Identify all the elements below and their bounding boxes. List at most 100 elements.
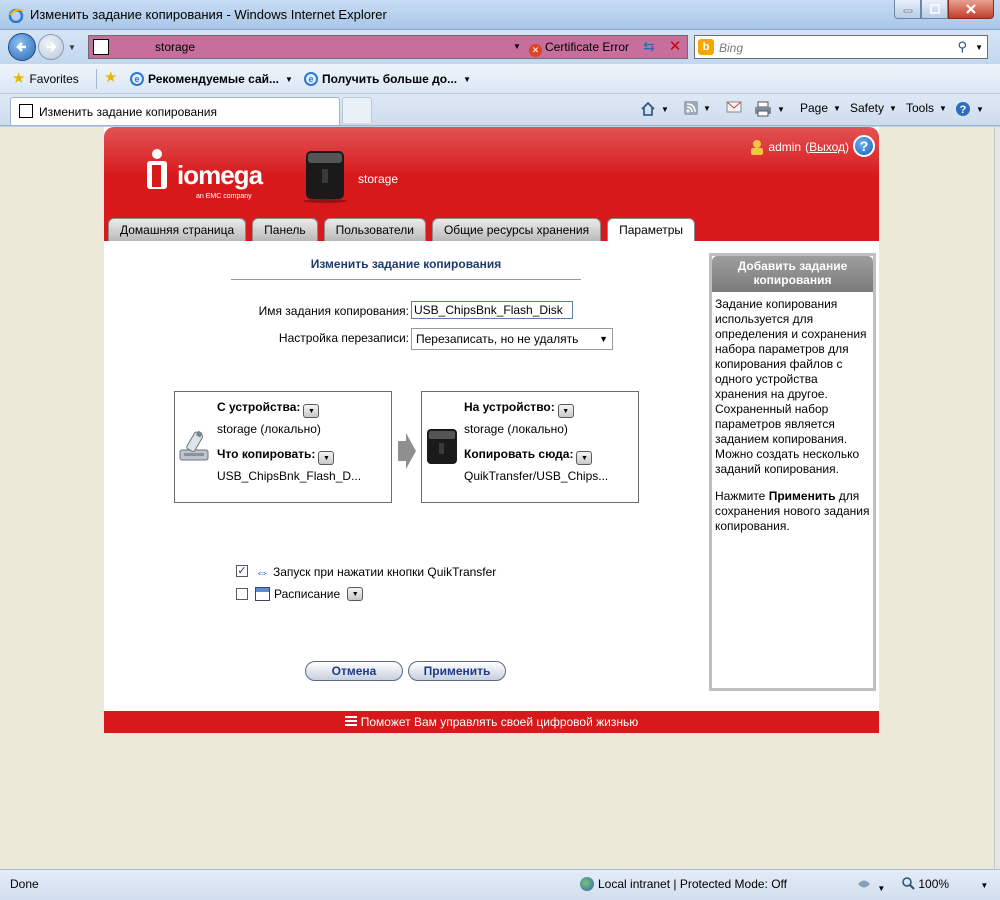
- print-icon: [755, 101, 771, 117]
- recent-pages-dropdown-icon[interactable]: ▼: [68, 43, 76, 52]
- window-title: Изменить задание копирования - Windows I…: [30, 7, 387, 22]
- address-dropdown-icon[interactable]: ▼: [513, 42, 521, 51]
- calendar-icon: [255, 587, 270, 601]
- chevron-down-icon: ▼: [285, 74, 293, 84]
- overwrite-select[interactable]: Перезаписать, но не удалять ▼: [411, 328, 613, 350]
- forward-button[interactable]: [38, 34, 64, 60]
- navigation-bar: ▼ storage ▼ ✕ Certificate Error ⇆ ✕ b Bin…: [0, 30, 1000, 64]
- quiktransfer-checkbox[interactable]: ✓: [236, 565, 248, 577]
- chevron-down-icon: ▼: [889, 103, 897, 113]
- chevron-down-icon: ▼: [939, 103, 947, 113]
- svg-text:?: ?: [960, 104, 967, 116]
- back-button[interactable]: [8, 33, 36, 61]
- arrow-right-icon: [398, 433, 416, 469]
- job-name-input[interactable]: USB_ChipsBnk_Flash_Disk: [411, 301, 573, 319]
- tab-users[interactable]: Пользователи: [323, 218, 426, 241]
- schedule-label: Расписание: [274, 587, 341, 601]
- mail-icon: [726, 101, 742, 113]
- status-bar: Done Local intranet | Protected Mode: Of…: [0, 869, 1000, 900]
- print-button[interactable]: ▼: [754, 101, 785, 117]
- tab-settings[interactable]: Параметры: [607, 218, 696, 241]
- tools-menu-label: Tools: [906, 101, 935, 115]
- fav-item-get-more[interactable]: e Получить больше до... ▼: [304, 72, 471, 86]
- usb-drive-icon: [179, 430, 209, 461]
- search-icon[interactable]: ⚲: [957, 39, 967, 55]
- vertical-scrollbar[interactable]: [994, 127, 1000, 869]
- main-nav: Домашняя страница Панель Пользователи Об…: [108, 218, 696, 241]
- add-favorite-icon: ★: [104, 69, 118, 86]
- schedule-dropdown[interactable]: ▼: [347, 587, 364, 601]
- tab-title: Изменить задание копирования: [39, 105, 218, 119]
- help-menu[interactable]: ? ▼: [955, 101, 984, 117]
- page-menu[interactable]: Page ▼: [800, 101, 841, 115]
- read-mail-button[interactable]: [726, 101, 742, 113]
- address-url[interactable]: storage: [155, 40, 195, 54]
- protected-mode-button[interactable]: ▼: [856, 877, 885, 894]
- tab-dashboard[interactable]: Панель: [252, 218, 318, 241]
- status-text: Done: [10, 877, 39, 891]
- fav-item-suggested[interactable]: e Рекомендуемые сай... ▼: [130, 72, 293, 86]
- target-device-box: На устройство: ▼ storage (локально) Копир…: [421, 391, 639, 503]
- target-where-dropdown[interactable]: ▼: [576, 451, 593, 465]
- address-bar[interactable]: storage ▼ ✕ Certificate Error ⇆ ✕: [88, 35, 688, 59]
- device-name: storage: [358, 172, 399, 186]
- globe-icon: [580, 877, 594, 891]
- sidebar-text-pre: Нажмите: [715, 489, 769, 503]
- new-tab-button[interactable]: [342, 97, 372, 123]
- refresh-icon[interactable]: ⇆: [639, 38, 659, 56]
- quiktransfer-label: Запуск при нажатии кнопки QuikTransfer: [273, 565, 497, 579]
- tab-bar: Изменить задание копирования ▼ ▼ ▼ Page …: [0, 94, 1000, 126]
- help-button[interactable]: ?: [853, 135, 875, 157]
- maximize-icon: [929, 4, 940, 14]
- add-to-favorites-bar-button[interactable]: ★: [104, 69, 118, 86]
- security-zone[interactable]: Local intranet | Protected Mode: Off: [580, 877, 787, 891]
- apply-button[interactable]: Применить: [408, 661, 506, 681]
- search-dropdown-icon[interactable]: ▼: [975, 43, 983, 52]
- schedule-checkbox[interactable]: [236, 588, 248, 600]
- browser-tab[interactable]: Изменить задание копирования: [10, 97, 340, 125]
- source-device-value: storage (локально): [217, 422, 321, 436]
- favorites-bar: ★ Favorites ★ e Рекомендуемые сай... ▼ e…: [0, 64, 1000, 94]
- source-what-label: Что копировать:: [217, 447, 316, 461]
- security-zone-label: Local intranet | Protected Mode: Off: [598, 877, 787, 891]
- zoom-icon: [902, 877, 915, 890]
- sidebar-title: Добавить задание копирования: [712, 256, 873, 292]
- user-icon: [751, 140, 764, 155]
- logout-link[interactable]: Выход: [809, 140, 845, 154]
- fav-item-label: Рекомендуемые сай...: [148, 72, 279, 86]
- certificate-error[interactable]: ✕ Certificate Error: [529, 40, 629, 57]
- source-device-row: С устройства: ▼: [217, 400, 320, 418]
- chevron-down-icon: ▼: [976, 104, 984, 114]
- target-device-value: storage (локально): [464, 422, 568, 436]
- minimize-icon: [903, 9, 912, 13]
- iomega-i-logo-icon: [147, 149, 167, 189]
- title-divider: [231, 279, 581, 280]
- search-placeholder[interactable]: Bing: [719, 41, 743, 55]
- target-device-dropdown[interactable]: ▼: [557, 404, 574, 418]
- footer-slogan: Поможет Вам управлять своей цифровой жиз…: [360, 715, 639, 729]
- maximize-button[interactable]: [921, 0, 948, 19]
- source-what-dropdown[interactable]: ▼: [318, 451, 335, 465]
- tools-menu[interactable]: Tools ▼: [906, 101, 947, 115]
- window-titlebar: Изменить задание копирования - Windows I…: [0, 0, 1000, 30]
- cancel-button[interactable]: Отмена: [305, 661, 403, 681]
- favorites-button[interactable]: ★ Favorites: [12, 71, 79, 86]
- home-button[interactable]: ▼: [640, 101, 669, 117]
- minimize-button[interactable]: [894, 0, 921, 19]
- overwrite-label: Настройка перезаписи:: [278, 331, 409, 345]
- sidebar-text: Задание копирования используется для опр…: [715, 297, 867, 476]
- logo-subtitle: an EMC company: [196, 193, 252, 200]
- menu-lines-icon: [344, 716, 357, 727]
- user-info: admin (Выход): [750, 139, 849, 155]
- safety-menu[interactable]: Safety ▼: [850, 101, 897, 115]
- source-device-dropdown[interactable]: ▼: [303, 404, 320, 418]
- search-box[interactable]: b Bing ⚲ ▼: [694, 35, 988, 59]
- zoom-control[interactable]: 100% ▼: [902, 877, 988, 891]
- feeds-button[interactable]: ▼: [684, 101, 711, 115]
- app-header: iomega an EMC company storage admin (Вых…: [104, 127, 879, 241]
- close-window-button[interactable]: [948, 0, 994, 19]
- tab-shares[interactable]: Общие ресурсы хранения: [431, 218, 602, 241]
- stop-icon[interactable]: ✕: [665, 37, 685, 55]
- tab-home[interactable]: Домашняя страница: [108, 218, 247, 241]
- help-icon: ?: [956, 102, 970, 116]
